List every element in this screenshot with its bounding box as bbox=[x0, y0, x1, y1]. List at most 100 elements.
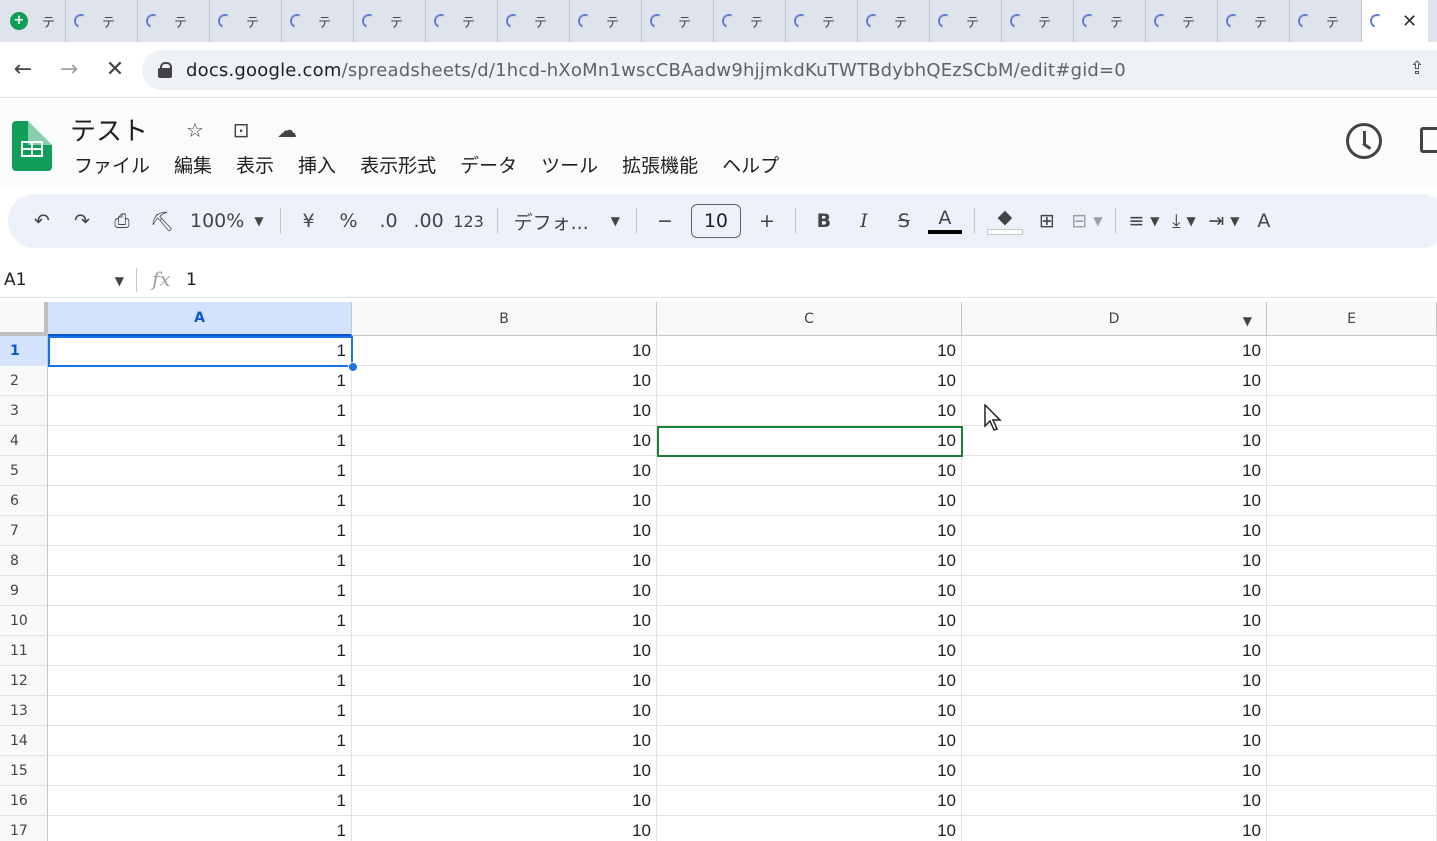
menu-item[interactable]: 挿入 bbox=[286, 153, 348, 179]
table-cell[interactable]: 10 bbox=[352, 456, 657, 486]
row-header[interactable]: 13 bbox=[0, 696, 48, 726]
row-header[interactable]: 4 bbox=[0, 426, 48, 456]
table-cell[interactable] bbox=[1267, 546, 1437, 576]
font-family-select[interactable]: デフォ... ▼ bbox=[506, 203, 628, 239]
redo-button[interactable]: ↷ bbox=[62, 203, 102, 239]
browser-tab[interactable]: テ bbox=[66, 0, 138, 42]
table-cell[interactable]: 1 bbox=[48, 516, 352, 546]
merge-cells-button[interactable]: ⊟ ▼ bbox=[1067, 203, 1107, 239]
browser-tab[interactable]: テ bbox=[1218, 0, 1290, 42]
table-cell[interactable]: 10 bbox=[352, 666, 657, 696]
text-wrap-button[interactable]: ⇥ ▼ bbox=[1204, 203, 1244, 239]
table-cell[interactable]: 10 bbox=[962, 546, 1267, 576]
menu-item[interactable]: ファイル bbox=[62, 153, 162, 179]
table-cell[interactable]: 1 bbox=[48, 606, 352, 636]
table-cell[interactable]: 10 bbox=[657, 786, 962, 816]
column-menu-chevron-icon[interactable]: ▼ bbox=[1243, 314, 1252, 328]
table-cell[interactable]: 10 bbox=[962, 576, 1267, 606]
table-cell[interactable]: 10 bbox=[962, 726, 1267, 756]
table-cell[interactable] bbox=[1267, 516, 1437, 546]
table-cell[interactable]: 10 bbox=[352, 606, 657, 636]
fill-color-button[interactable]: ◆ bbox=[983, 203, 1027, 239]
row-header[interactable]: 8 bbox=[0, 546, 48, 576]
fill-handle[interactable] bbox=[348, 362, 358, 372]
row-header[interactable]: 6 bbox=[0, 486, 48, 516]
paint-format-button[interactable]: ⛏ bbox=[142, 203, 182, 239]
column-header[interactable]: E bbox=[1267, 302, 1437, 336]
table-cell[interactable] bbox=[1267, 486, 1437, 516]
menu-item[interactable]: 表示形式 bbox=[348, 153, 448, 179]
table-cell[interactable]: 10 bbox=[352, 516, 657, 546]
table-cell[interactable]: 10 bbox=[962, 426, 1267, 456]
table-cell[interactable] bbox=[1267, 696, 1437, 726]
horizontal-align-button[interactable]: ≡ ▼ bbox=[1124, 203, 1164, 239]
zoom-select[interactable]: 100% ▼ bbox=[182, 203, 272, 239]
browser-tab[interactable]: テ bbox=[1290, 0, 1362, 42]
table-cell[interactable] bbox=[1267, 336, 1437, 366]
table-cell[interactable]: 1 bbox=[48, 366, 352, 396]
percent-format-button[interactable]: % bbox=[329, 203, 369, 239]
column-header[interactable]: C bbox=[657, 302, 962, 336]
increase-font-size-button[interactable]: + bbox=[747, 203, 787, 239]
table-cell[interactable]: 10 bbox=[352, 486, 657, 516]
table-cell[interactable]: 1 bbox=[48, 726, 352, 756]
table-cell[interactable]: 1 bbox=[48, 636, 352, 666]
comments-icon[interactable] bbox=[1420, 127, 1437, 153]
more-formats-button[interactable]: 123 bbox=[449, 203, 489, 239]
row-header[interactable]: 1 bbox=[0, 336, 48, 366]
italic-button[interactable]: I bbox=[844, 203, 884, 239]
table-cell[interactable]: 10 bbox=[962, 336, 1267, 366]
active-browser-tab[interactable]: ✕ bbox=[1362, 0, 1428, 42]
table-cell[interactable]: 10 bbox=[352, 426, 657, 456]
move-folder-icon[interactable]: ⊡ bbox=[228, 117, 254, 143]
table-cell[interactable]: 10 bbox=[352, 696, 657, 726]
row-header[interactable]: 14 bbox=[0, 726, 48, 756]
table-cell[interactable]: 10 bbox=[352, 576, 657, 606]
table-cell[interactable]: 1 bbox=[48, 756, 352, 786]
table-cell[interactable] bbox=[1267, 366, 1437, 396]
table-cell[interactable]: 10 bbox=[657, 606, 962, 636]
currency-format-button[interactable]: ¥ bbox=[289, 203, 329, 239]
table-cell[interactable]: 10 bbox=[352, 786, 657, 816]
cloud-status-icon[interactable]: ☁ bbox=[274, 117, 300, 143]
table-cell[interactable] bbox=[1267, 756, 1437, 786]
table-cell[interactable] bbox=[1267, 786, 1437, 816]
strikethrough-button[interactable]: S bbox=[884, 203, 924, 239]
menu-item[interactable]: データ bbox=[448, 153, 529, 179]
row-header[interactable]: 10 bbox=[0, 606, 48, 636]
star-icon[interactable]: ☆ bbox=[182, 117, 208, 143]
table-cell[interactable]: 10 bbox=[657, 456, 962, 486]
table-cell[interactable]: 10 bbox=[962, 636, 1267, 666]
table-cell[interactable]: 10 bbox=[657, 696, 962, 726]
back-button[interactable]: ← bbox=[0, 50, 46, 90]
table-cell[interactable]: 10 bbox=[657, 666, 962, 696]
table-cell[interactable]: 1 bbox=[48, 426, 352, 456]
table-cell[interactable]: 1 bbox=[48, 396, 352, 426]
menu-item[interactable]: ツール bbox=[529, 153, 610, 179]
forward-button[interactable]: → bbox=[46, 50, 92, 90]
row-header[interactable]: 15 bbox=[0, 756, 48, 786]
increase-decimal-button[interactable]: .00 bbox=[409, 203, 449, 239]
table-cell[interactable]: 10 bbox=[962, 666, 1267, 696]
undo-button[interactable]: ↶ bbox=[22, 203, 62, 239]
browser-tab[interactable]: テ bbox=[1002, 0, 1074, 42]
browser-tab[interactable]: テ bbox=[858, 0, 930, 42]
row-header[interactable]: 9 bbox=[0, 576, 48, 606]
version-history-icon[interactable] bbox=[1346, 123, 1382, 159]
browser-tab[interactable]: テ bbox=[426, 0, 498, 42]
select-all-corner[interactable] bbox=[0, 302, 48, 336]
table-cell[interactable] bbox=[1267, 666, 1437, 696]
table-cell[interactable]: 10 bbox=[962, 786, 1267, 816]
table-cell[interactable]: 10 bbox=[657, 546, 962, 576]
table-cell[interactable]: 10 bbox=[962, 756, 1267, 786]
table-cell[interactable] bbox=[1267, 636, 1437, 666]
table-cell[interactable]: 10 bbox=[657, 726, 962, 756]
table-cell[interactable]: 1 bbox=[48, 336, 352, 366]
table-cell[interactable]: 1 bbox=[48, 576, 352, 606]
menu-item[interactable]: ヘルプ bbox=[710, 153, 791, 179]
table-cell[interactable]: 10 bbox=[962, 456, 1267, 486]
text-color-button[interactable]: A bbox=[924, 203, 966, 239]
table-cell[interactable]: 10 bbox=[657, 516, 962, 546]
table-cell[interactable]: 1 bbox=[48, 816, 352, 841]
bold-button[interactable]: B bbox=[804, 203, 844, 239]
